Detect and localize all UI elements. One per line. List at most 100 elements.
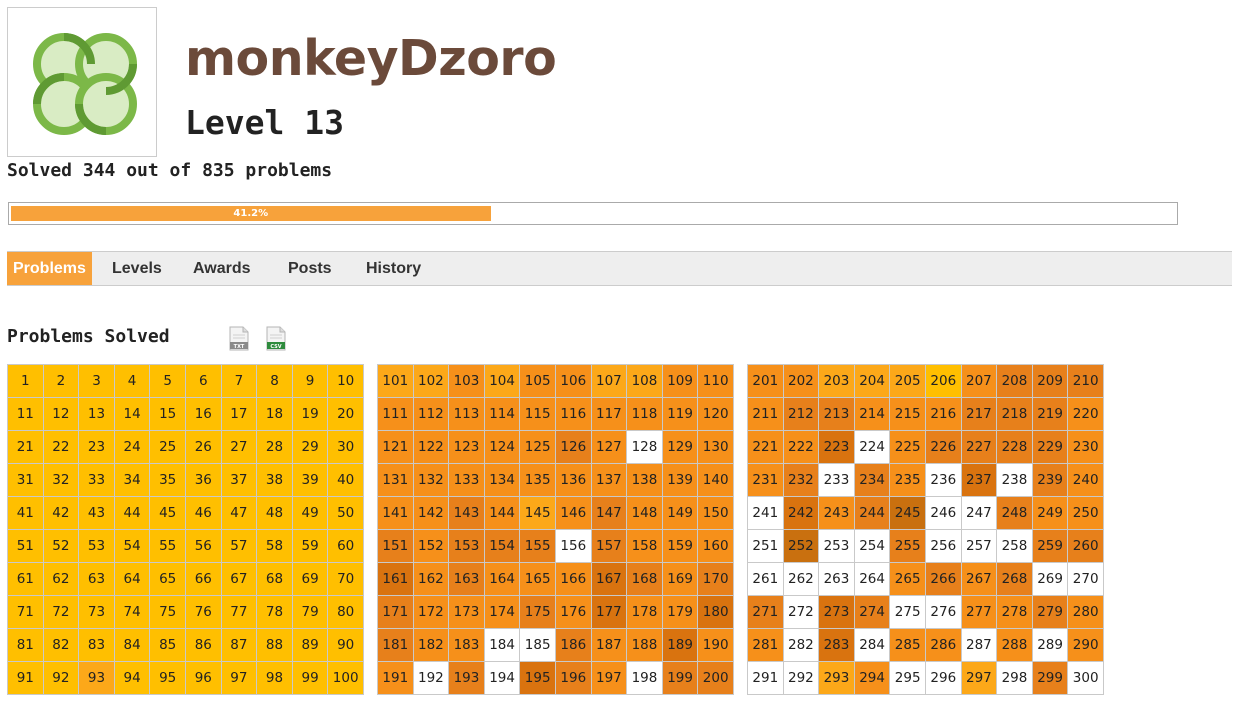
problem-cell-258[interactable]: 258 xyxy=(997,530,1032,562)
problem-cell-264[interactable]: 264 xyxy=(854,563,890,595)
problem-cell-30[interactable]: 30 xyxy=(328,431,363,463)
problem-cell-81[interactable]: 81 xyxy=(8,629,43,661)
problem-cell-113[interactable]: 113 xyxy=(449,398,484,430)
problem-cell-270[interactable]: 270 xyxy=(1068,563,1103,595)
problem-cell-116[interactable]: 116 xyxy=(555,398,591,430)
problem-cell-42[interactable]: 42 xyxy=(43,497,79,529)
problem-cell-32[interactable]: 32 xyxy=(43,464,79,496)
problem-cell-268[interactable]: 268 xyxy=(997,563,1032,595)
problem-cell-126[interactable]: 126 xyxy=(555,431,591,463)
problem-cell-101[interactable]: 101 xyxy=(378,365,413,397)
problem-cell-33[interactable]: 33 xyxy=(79,464,114,496)
problem-cell-138[interactable]: 138 xyxy=(627,464,662,496)
problem-cell-259[interactable]: 259 xyxy=(1032,530,1068,562)
problem-cell-266[interactable]: 266 xyxy=(925,563,961,595)
problem-cell-179[interactable]: 179 xyxy=(662,596,698,628)
problem-cell-16[interactable]: 16 xyxy=(185,398,221,430)
problem-cell-35[interactable]: 35 xyxy=(150,464,185,496)
problem-cell-162[interactable]: 162 xyxy=(413,563,449,595)
problem-cell-178[interactable]: 178 xyxy=(627,596,662,628)
problem-cell-245[interactable]: 245 xyxy=(890,497,925,529)
problem-cell-230[interactable]: 230 xyxy=(1068,431,1103,463)
problem-cell-243[interactable]: 243 xyxy=(819,497,854,529)
problem-cell-215[interactable]: 215 xyxy=(890,398,925,430)
tab-problems[interactable]: Problems xyxy=(7,252,92,285)
problem-cell-120[interactable]: 120 xyxy=(698,398,733,430)
problem-cell-168[interactable]: 168 xyxy=(627,563,662,595)
problem-cell-289[interactable]: 289 xyxy=(1032,629,1068,661)
problem-cell-7[interactable]: 7 xyxy=(221,365,257,397)
problem-cell-68[interactable]: 68 xyxy=(257,563,292,595)
problem-cell-299[interactable]: 299 xyxy=(1032,662,1068,694)
problem-cell-263[interactable]: 263 xyxy=(819,563,854,595)
problem-cell-11[interactable]: 11 xyxy=(8,398,43,430)
problem-cell-222[interactable]: 222 xyxy=(783,431,819,463)
problem-cell-205[interactable]: 205 xyxy=(890,365,925,397)
problem-cell-70[interactable]: 70 xyxy=(328,563,363,595)
problem-cell-37[interactable]: 37 xyxy=(221,464,257,496)
problem-cell-236[interactable]: 236 xyxy=(925,464,961,496)
problem-cell-152[interactable]: 152 xyxy=(413,530,449,562)
problem-cell-217[interactable]: 217 xyxy=(961,398,997,430)
problem-cell-207[interactable]: 207 xyxy=(961,365,997,397)
problem-cell-41[interactable]: 41 xyxy=(8,497,43,529)
problem-cell-57[interactable]: 57 xyxy=(221,530,257,562)
problem-cell-195[interactable]: 195 xyxy=(520,662,555,694)
problem-cell-141[interactable]: 141 xyxy=(378,497,413,529)
problem-cell-38[interactable]: 38 xyxy=(257,464,292,496)
problem-cell-29[interactable]: 29 xyxy=(292,431,328,463)
problem-cell-58[interactable]: 58 xyxy=(257,530,292,562)
problem-cell-233[interactable]: 233 xyxy=(819,464,854,496)
problem-cell-269[interactable]: 269 xyxy=(1032,563,1068,595)
problem-cell-102[interactable]: 102 xyxy=(413,365,449,397)
problem-cell-50[interactable]: 50 xyxy=(328,497,363,529)
problem-cell-164[interactable]: 164 xyxy=(484,563,520,595)
problem-cell-160[interactable]: 160 xyxy=(698,530,733,562)
problem-cell-24[interactable]: 24 xyxy=(114,431,150,463)
problem-cell-279[interactable]: 279 xyxy=(1032,596,1068,628)
problem-cell-79[interactable]: 79 xyxy=(292,596,328,628)
problem-cell-110[interactable]: 110 xyxy=(698,365,733,397)
problem-cell-173[interactable]: 173 xyxy=(449,596,484,628)
problem-cell-206[interactable]: 206 xyxy=(925,365,961,397)
problem-cell-188[interactable]: 188 xyxy=(627,629,662,661)
problem-cell-73[interactable]: 73 xyxy=(79,596,114,628)
problem-cell-40[interactable]: 40 xyxy=(328,464,363,496)
problem-cell-5[interactable]: 5 xyxy=(150,365,185,397)
problem-cell-247[interactable]: 247 xyxy=(961,497,997,529)
problem-cell-153[interactable]: 153 xyxy=(449,530,484,562)
problem-cell-214[interactable]: 214 xyxy=(854,398,890,430)
problem-cell-184[interactable]: 184 xyxy=(484,629,520,661)
problem-cell-136[interactable]: 136 xyxy=(555,464,591,496)
problem-cell-43[interactable]: 43 xyxy=(79,497,114,529)
problem-cell-273[interactable]: 273 xyxy=(819,596,854,628)
problem-cell-39[interactable]: 39 xyxy=(292,464,328,496)
problem-cell-124[interactable]: 124 xyxy=(484,431,520,463)
problem-cell-22[interactable]: 22 xyxy=(43,431,79,463)
problem-cell-18[interactable]: 18 xyxy=(257,398,292,430)
problem-cell-226[interactable]: 226 xyxy=(925,431,961,463)
problem-cell-36[interactable]: 36 xyxy=(185,464,221,496)
problem-cell-176[interactable]: 176 xyxy=(555,596,591,628)
problem-cell-200[interactable]: 200 xyxy=(698,662,733,694)
problem-cell-20[interactable]: 20 xyxy=(328,398,363,430)
problem-cell-213[interactable]: 213 xyxy=(819,398,854,430)
problem-cell-15[interactable]: 15 xyxy=(150,398,185,430)
problem-cell-59[interactable]: 59 xyxy=(292,530,328,562)
problem-cell-135[interactable]: 135 xyxy=(520,464,555,496)
problem-cell-265[interactable]: 265 xyxy=(890,563,925,595)
problem-cell-249[interactable]: 249 xyxy=(1032,497,1068,529)
problem-cell-98[interactable]: 98 xyxy=(257,662,292,694)
problem-cell-97[interactable]: 97 xyxy=(221,662,257,694)
problem-cell-296[interactable]: 296 xyxy=(925,662,961,694)
problem-cell-228[interactable]: 228 xyxy=(997,431,1032,463)
problem-cell-47[interactable]: 47 xyxy=(221,497,257,529)
problem-cell-122[interactable]: 122 xyxy=(413,431,449,463)
problem-cell-272[interactable]: 272 xyxy=(783,596,819,628)
problem-cell-49[interactable]: 49 xyxy=(292,497,328,529)
problem-cell-285[interactable]: 285 xyxy=(890,629,925,661)
problem-cell-189[interactable]: 189 xyxy=(662,629,698,661)
problem-cell-281[interactable]: 281 xyxy=(748,629,783,661)
problem-cell-284[interactable]: 284 xyxy=(854,629,890,661)
problem-cell-48[interactable]: 48 xyxy=(257,497,292,529)
